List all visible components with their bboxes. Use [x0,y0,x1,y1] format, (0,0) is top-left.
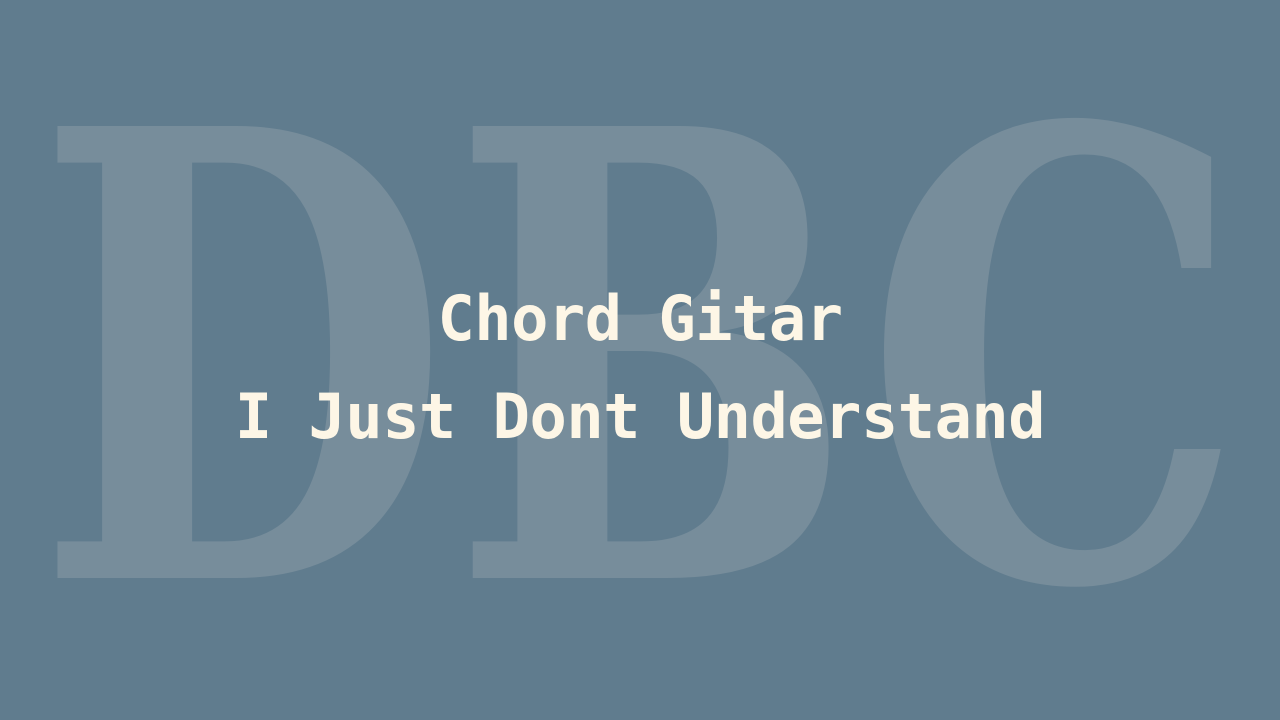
thumbnail-canvas: DBC Chord Gitar I Just Dont Understand [0,0,1280,720]
song-title: Chord Gitar I Just Dont Understand [0,270,1280,466]
title-line-secondary: I Just Dont Understand [234,380,1046,453]
title-line-primary: Chord Gitar [437,282,843,355]
